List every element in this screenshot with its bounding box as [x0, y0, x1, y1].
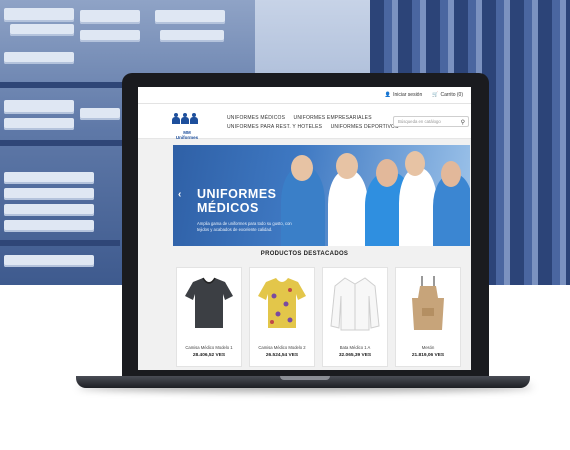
cart-label: Carrito (0) — [440, 92, 463, 98]
cart-icon: 🛒 — [432, 92, 439, 98]
nav-item-uniformes-rest-hoteles[interactable]: UNIFORMES PARA REST. Y HOTELES — [227, 124, 322, 130]
product-name[interactable]: Camisa Médico Modelo 2 — [250, 345, 314, 350]
product-card[interactable]: Camisa Médico Modelo 1 28.406,52 VES — [176, 267, 242, 367]
product-card[interactable]: Camisa Médico Modelo 2 26.524,54 VES — [249, 267, 315, 367]
site-header: MM Uniformes UNIFORMES MÉDICOS UNIFORMES… — [138, 104, 471, 140]
nav-item-uniformes-deportivos[interactable]: UNIFORMES DEPORTIVOS — [331, 124, 399, 130]
product-price: 21.819,06 VES — [411, 353, 445, 358]
product-price: 28.406,52 VES — [192, 353, 226, 358]
featured-heading: PRODUCTOS DESTACADOS — [260, 251, 349, 257]
product-name[interactable]: Camisa Médico Modelo 1 — [177, 345, 241, 350]
product-price: 26.524,54 VES — [265, 353, 299, 358]
product-price: 32.065,39 VES — [338, 353, 372, 358]
product-name[interactable]: Mesón — [396, 345, 460, 350]
search-input[interactable]: Búsqueda en catálogo ⚲ — [393, 116, 469, 127]
product-list: Camisa Médico Modelo 1 28.406,52 VES Cam… — [176, 267, 461, 367]
top-bar: 👤 Iniciar sesión 🛒 Carrito (0) — [138, 87, 471, 104]
login-label: Iniciar sesión — [393, 92, 423, 98]
hero-banner: ‹ UNIFORMES MÉDICOS Amplia gama de unifo… — [173, 145, 470, 246]
product-card[interactable]: Bata Médico 1 A 32.065,39 VES — [322, 267, 388, 367]
logo-text: MM Uniformes — [175, 130, 199, 140]
brand-logo[interactable]: MM Uniformes — [172, 111, 202, 140]
product-name[interactable]: Bata Médico 1 A — [323, 345, 387, 350]
apron-icon — [412, 276, 444, 330]
nav-item-uniformes-empresariales[interactable]: UNIFORMES EMPRESARIALES — [294, 115, 372, 121]
hero-photo — [273, 145, 470, 246]
user-icon: 👤 — [384, 92, 392, 98]
hero-subtitle: Amplia gama de uniformes para todo su gu… — [197, 221, 292, 232]
laptop-notch — [280, 376, 330, 380]
carousel-prev-icon[interactable]: ‹ — [178, 189, 181, 200]
scrub-top-pattern-icon — [258, 278, 306, 328]
cart-link[interactable]: 🛒 Carrito (0) — [432, 92, 463, 98]
search-icon[interactable]: ⚲ — [461, 119, 465, 126]
lab-coat-icon — [330, 277, 380, 331]
search-placeholder: Búsqueda en catálogo — [398, 119, 441, 124]
hero-title: UNIFORMES MÉDICOS — [197, 187, 277, 215]
scrub-top-dark-icon — [185, 277, 233, 328]
product-card[interactable]: Mesón 21.819,06 VES — [395, 267, 461, 367]
main-nav: UNIFORMES MÉDICOS UNIFORMES EMPRESARIALE… — [227, 114, 406, 132]
website-screen: 👤 Iniciar sesión 🛒 Carrito (0) MM Unifor… — [138, 87, 471, 370]
nav-item-uniformes-medicos[interactable]: UNIFORMES MÉDICOS — [227, 115, 285, 121]
login-link[interactable]: 👤 Iniciar sesión — [385, 92, 422, 98]
